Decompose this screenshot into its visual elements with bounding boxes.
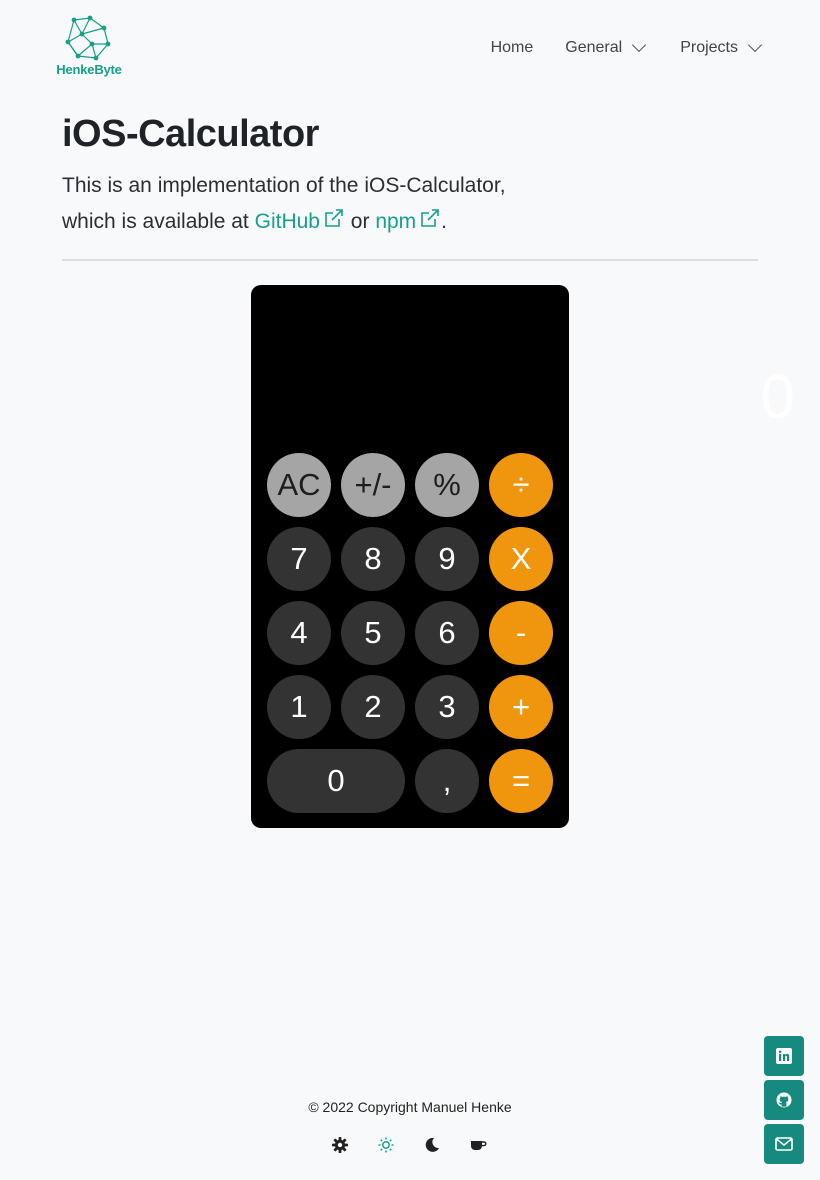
mail-icon [775, 1137, 793, 1151]
chevron-down-icon [632, 37, 647, 53]
intro-line-1: This is an implementation of the iOS-Cal… [62, 174, 506, 197]
mail-button[interactable] [764, 1124, 804, 1164]
calc-button-1[interactable]: 1 [267, 675, 331, 739]
logo-network-icon [65, 15, 111, 61]
nav-home[interactable]: Home [491, 38, 534, 58]
github-button[interactable] [764, 1080, 804, 1120]
linkedin-icon [776, 1048, 792, 1064]
calc-button-0[interactable]: 0 [267, 749, 405, 813]
npm-link[interactable]: npm [375, 209, 441, 233]
calculator-display: 0 [760, 363, 795, 432]
calc-button-multiply[interactable]: X [489, 527, 553, 591]
intro-or: or [344, 210, 376, 233]
calc-button-2[interactable]: 2 [341, 675, 405, 739]
external-link-icon [421, 209, 439, 227]
nav-projects-dropdown[interactable]: Projects [680, 37, 764, 58]
calc-button-3[interactable]: 3 [415, 675, 479, 739]
calc-button-add[interactable]: + [489, 675, 553, 739]
calc-button-sign[interactable]: +/- [341, 453, 405, 517]
calc-button-8[interactable]: 8 [341, 527, 405, 591]
gear-icon[interactable] [330, 1135, 350, 1155]
intro-line-2: which is available at GitHub or npm. [62, 204, 622, 240]
logo[interactable]: HenkeByte [52, 14, 126, 80]
github-icon [776, 1092, 792, 1108]
calc-button-6[interactable]: 6 [415, 601, 479, 665]
calc-button-divide[interactable]: ÷ [489, 453, 553, 517]
calc-button-ac[interactable]: AC [267, 453, 331, 517]
nav-general-dropdown[interactable]: General [565, 37, 648, 58]
linkedin-button[interactable] [764, 1036, 804, 1076]
npm-link-label: npm [375, 210, 417, 233]
calc-button-4[interactable]: 4 [267, 601, 331, 665]
calc-button-equals[interactable]: = [489, 749, 553, 813]
calc-button-9[interactable]: 9 [415, 527, 479, 591]
github-link[interactable]: GitHub [254, 209, 345, 233]
calc-button-7[interactable]: 7 [267, 527, 331, 591]
github-link-label: GitHub [254, 210, 320, 233]
calc-button-decimal[interactable]: , [415, 749, 479, 813]
intro-text: This is an implementation of the iOS-Cal… [62, 168, 622, 240]
nav-home-label: Home [490, 39, 534, 56]
calc-button-percent[interactable]: % [415, 453, 479, 517]
intro-suffix: . [441, 210, 448, 233]
divider [62, 259, 758, 261]
moon-icon[interactable] [422, 1135, 442, 1155]
main-nav: Home General Projects [491, 37, 764, 58]
nav-general-label: General [565, 39, 623, 56]
page-title: iOS-Calculator [62, 113, 319, 155]
theme-switcher [330, 1135, 488, 1155]
coffee-icon[interactable] [468, 1135, 488, 1155]
calc-button-subtract[interactable]: - [489, 601, 553, 665]
chevron-down-icon [747, 37, 763, 53]
external-link-icon [325, 209, 343, 227]
calc-button-5[interactable]: 5 [341, 601, 405, 665]
nav-projects-label: Projects [680, 39, 738, 56]
intro-prefix: which is available at [62, 210, 255, 233]
copyright: © 2022 Copyright Manuel Henke [308, 1099, 512, 1115]
sun-icon[interactable] [376, 1135, 396, 1155]
logo-text: HenkeByte [56, 62, 122, 77]
